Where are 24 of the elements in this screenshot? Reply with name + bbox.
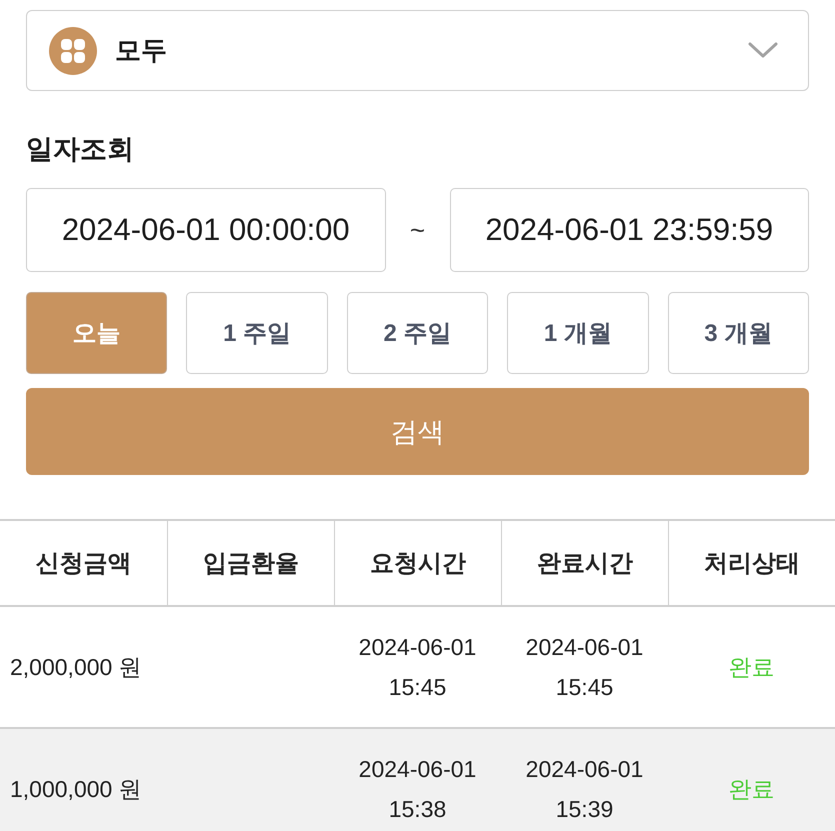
period-button[interactable]: 1 개월: [507, 292, 649, 374]
completed-time-cell-text: 2024-06-01 15:39: [524, 755, 644, 824]
status-cell-text: 완료: [728, 775, 774, 804]
column-header: 입금환율: [203, 549, 299, 579]
end-date-field[interactable]: 2024-06-01 23:59:59: [450, 188, 809, 272]
section-title: 일자조회: [26, 133, 134, 165]
column-header: 처리상태: [704, 549, 800, 579]
period-button[interactable]: 3 개월: [668, 292, 809, 374]
period-button[interactable]: 1 주일: [186, 292, 328, 374]
completed-time-cell-text: 2024-06-01 15:45: [524, 633, 644, 702]
requested-time-cell-text: 2024-06-01 15:38: [358, 755, 478, 824]
start-date-field[interactable]: 2024-06-01 00:00:00: [26, 188, 386, 272]
column-header: 요청시간: [370, 549, 466, 579]
period-button[interactable]: 2 주일: [346, 292, 488, 374]
status-cell-text: 완료: [728, 653, 774, 682]
grid-icon: [49, 26, 97, 74]
column-header: 완료시간: [537, 549, 633, 579]
amount-cell-text: 1,000,000 원: [10, 775, 142, 804]
chevron-down-icon: [748, 42, 778, 59]
requested-time-cell-text: 2024-06-01 15:45: [358, 633, 478, 702]
amount-cell-text: 2,000,000 원: [10, 653, 142, 682]
column-header: 신청금액: [36, 549, 132, 579]
range-separator: ~: [410, 214, 426, 246]
filter-dropdown[interactable]: 모두: [26, 10, 809, 91]
